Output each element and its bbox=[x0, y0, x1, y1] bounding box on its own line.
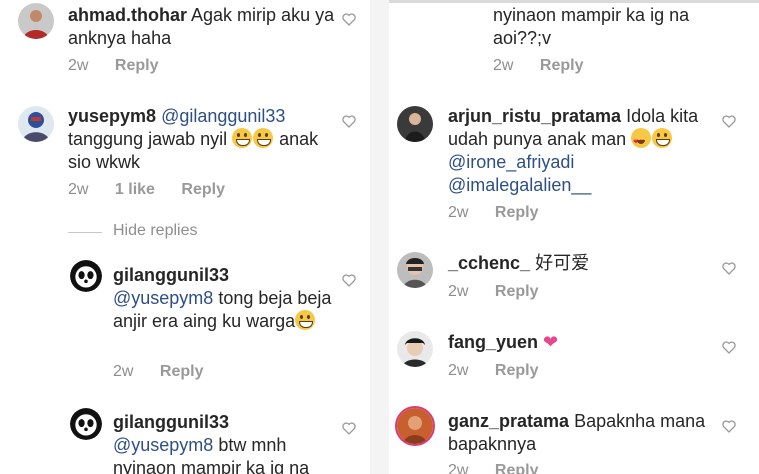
comment-age: 2w bbox=[448, 204, 469, 221]
comment-text: nyinaon mampir ka ig na aoi??;v bbox=[493, 4, 723, 50]
likes-count[interactable]: 1 like bbox=[115, 181, 155, 198]
comment-username[interactable]: gilanggunil33 bbox=[113, 412, 229, 432]
mention-link[interactable]: @yusepym8 bbox=[113, 288, 213, 308]
comment-text: arjun_ristu_pratama Idola kita udah puny… bbox=[448, 105, 708, 197]
top-divider bbox=[389, 0, 759, 3]
avatar[interactable] bbox=[397, 106, 433, 142]
comment-username[interactable]: yusepym8 bbox=[68, 106, 156, 126]
comment-age: 2w bbox=[448, 283, 469, 300]
hide-replies-label[interactable]: Hide replies bbox=[113, 222, 197, 239]
comment-text: gilanggunil33 @yusepym8 tong beja beja a… bbox=[113, 264, 338, 333]
comment-body: 好可爱 bbox=[535, 253, 590, 273]
hide-replies-divider bbox=[68, 232, 102, 233]
comment-text: fang_yuen ❤ bbox=[448, 331, 708, 354]
grin-emoji-icon bbox=[295, 310, 316, 330]
like-heart-icon[interactable] bbox=[342, 13, 356, 26]
reply-button[interactable]: Reply bbox=[115, 57, 159, 74]
comment-meta: 2w Reply bbox=[493, 57, 605, 75]
grin-emoji-icon bbox=[232, 128, 253, 148]
avatar[interactable] bbox=[18, 106, 54, 142]
like-heart-icon[interactable] bbox=[342, 274, 356, 287]
avatar[interactable] bbox=[70, 408, 102, 440]
reply-button[interactable]: Reply bbox=[495, 204, 539, 221]
comment-age: 2w bbox=[448, 462, 469, 474]
grin-emoji-icon bbox=[253, 128, 274, 148]
comment-username[interactable]: _cchenc_ bbox=[448, 253, 530, 273]
comment-username[interactable]: ahmad.thohar bbox=[68, 5, 187, 25]
comment-body: nyinaon mampir ka ig na aoi??;v bbox=[493, 5, 690, 48]
comment-text: gilanggunil33 @yusepym8 btw mnh nyinaon … bbox=[113, 411, 338, 474]
comment-meta: 2w Reply bbox=[448, 362, 560, 380]
comment-text: ganz_pratama Bapaknha mana bapaknnya bbox=[448, 410, 708, 456]
comment-meta: 2w 1 like Reply bbox=[68, 181, 247, 199]
comment-age: 2w bbox=[448, 362, 469, 379]
like-heart-icon[interactable] bbox=[722, 420, 736, 433]
comment-meta: 2w Reply bbox=[68, 57, 180, 75]
heart-eyes-emoji-icon bbox=[631, 128, 652, 154]
mention-link[interactable]: @irone_afriyadi bbox=[448, 152, 574, 172]
avatar[interactable] bbox=[397, 252, 433, 288]
comments-column-left: ahmad.thohar Agak mirip aku ya anknya ha… bbox=[0, 0, 370, 474]
reply-button[interactable]: Reply bbox=[495, 362, 539, 379]
comment-meta: 2w Reply bbox=[448, 462, 560, 474]
comment-text: yusepym8 @gilanggunil33 tanggung jawab n… bbox=[68, 105, 338, 174]
mention-link[interactable]: @imalegalalien__ bbox=[448, 175, 591, 195]
avatar[interactable] bbox=[18, 3, 54, 39]
reply-button[interactable]: Reply bbox=[495, 462, 539, 474]
comment-age: 2w bbox=[493, 57, 514, 74]
comment-body: tanggung jawab nyil bbox=[68, 129, 233, 149]
reply-button[interactable]: Reply bbox=[495, 283, 539, 300]
like-heart-icon[interactable] bbox=[722, 262, 736, 275]
comment-username[interactable]: ganz_pratama bbox=[448, 411, 569, 431]
comment-username[interactable]: gilanggunil33 bbox=[113, 265, 229, 285]
comments-column-right: nyinaon mampir ka ig na aoi??;v 2w Reply… bbox=[389, 0, 759, 474]
comment-text: _cchenc_ 好可爱 bbox=[448, 252, 708, 275]
reply-button[interactable]: Reply bbox=[540, 57, 584, 74]
comment-text: ahmad.thohar Agak mirip aku ya anknya ha… bbox=[68, 4, 338, 50]
like-heart-icon[interactable] bbox=[722, 341, 736, 354]
like-heart-icon[interactable] bbox=[342, 422, 356, 435]
comment-username[interactable]: arjun_ristu_pratama bbox=[448, 106, 621, 126]
comment-age: 2w bbox=[68, 57, 89, 74]
pink-heart-emoji-icon: ❤ bbox=[543, 332, 559, 352]
reply-button[interactable]: Reply bbox=[181, 181, 225, 198]
avatar[interactable] bbox=[70, 260, 102, 292]
hide-replies-button[interactable]: Hide replies bbox=[113, 222, 219, 240]
avatar[interactable] bbox=[395, 406, 435, 446]
comment-age: 2w bbox=[68, 181, 89, 198]
grin-emoji-icon bbox=[652, 128, 673, 148]
comment-meta: 2w Reply bbox=[448, 204, 560, 222]
like-heart-icon[interactable] bbox=[722, 115, 736, 128]
mention-link[interactable]: @gilanggunil33 bbox=[161, 106, 285, 126]
comment-meta: 2w Reply bbox=[448, 283, 560, 301]
avatar[interactable] bbox=[397, 331, 433, 367]
comment-username[interactable]: fang_yuen bbox=[448, 332, 538, 352]
like-heart-icon[interactable] bbox=[342, 115, 356, 128]
mention-link[interactable]: @yusepym8 bbox=[113, 435, 213, 455]
column-separator bbox=[370, 0, 389, 474]
comment-age: 2w bbox=[113, 363, 134, 380]
comment-meta: 2w Reply bbox=[113, 363, 225, 381]
reply-button[interactable]: Reply bbox=[160, 363, 204, 380]
